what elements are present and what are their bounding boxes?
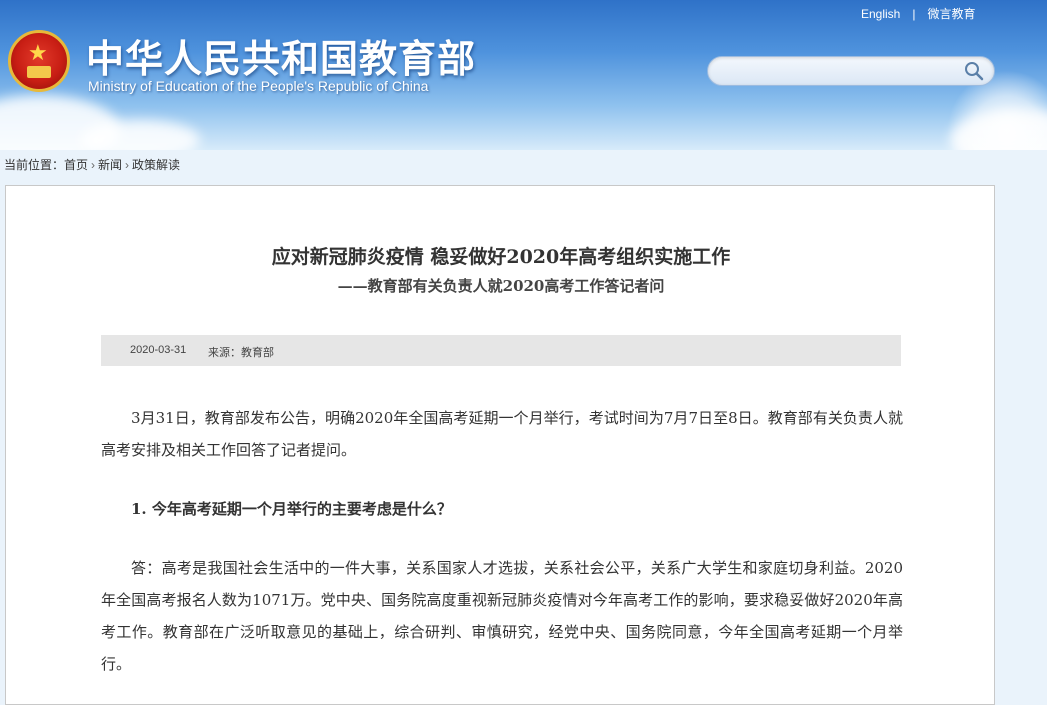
- breadcrumb-home[interactable]: 首页: [64, 158, 88, 172]
- article-question-heading: 1. 今年高考延期一个月举行的主要考虑是什么？: [131, 500, 452, 518]
- breadcrumb-policy-interpretation[interactable]: 政策解读: [132, 158, 180, 172]
- breadcrumb-news[interactable]: 新闻: [98, 158, 122, 172]
- article-title: 应对新冠肺炎疫情 稳妥做好2020年高考组织实施工作: [271, 246, 731, 268]
- article-paragraph: 答：高考是我国社会生活中的一件大事，关系国家人才选拔，关系社会公平，关系广大学生…: [101, 559, 903, 673]
- article-subtitle: ——教育部有关负责人就2020高考工作答记者问: [337, 277, 665, 295]
- chevron-right-icon: ›: [125, 158, 130, 172]
- site-subtitle: Ministry of Education of the People's Re…: [88, 78, 429, 94]
- article-paragraph: 3月31日，教育部发布公告，明确2020年全国高考延期一个月举行，考试时间为7月…: [101, 409, 903, 459]
- weiyan-jiaoyu-link[interactable]: 微言教育: [927, 7, 975, 21]
- search-box: [707, 56, 995, 86]
- search-icon[interactable]: [964, 61, 984, 81]
- link-separator: |: [912, 7, 916, 21]
- site-title: 中华人民共和国教育部: [86, 37, 477, 81]
- breadcrumb-prefix: 当前位置：: [4, 158, 65, 172]
- cloud-decoration: [80, 120, 200, 150]
- article-source: 来源：教育部: [208, 347, 274, 359]
- article-date: 2020-03-31: [130, 344, 187, 356]
- national-emblem-icon: ★: [8, 30, 70, 92]
- search-input[interactable]: [720, 61, 964, 83]
- breadcrumb: 当前位置：首页 › 新闻 › 政策解读: [4, 156, 180, 173]
- chevron-right-icon: ›: [91, 158, 96, 172]
- english-link[interactable]: English: [861, 7, 900, 21]
- top-links: English | 微言教育: [861, 5, 976, 22]
- article-body: 3月31日，教育部发布公告，明确2020年全国高考延期一个月举行，考试时间为7月…: [101, 402, 903, 680]
- site-header: ★ 中华人民共和国教育部 Ministry of Education of th…: [0, 0, 1047, 150]
- article-meta-bar: 2020-03-31 来源：教育部: [101, 335, 901, 366]
- article-panel: 应对新冠肺炎疫情 稳妥做好2020年高考组织实施工作 ——教育部有关负责人就20…: [5, 185, 995, 705]
